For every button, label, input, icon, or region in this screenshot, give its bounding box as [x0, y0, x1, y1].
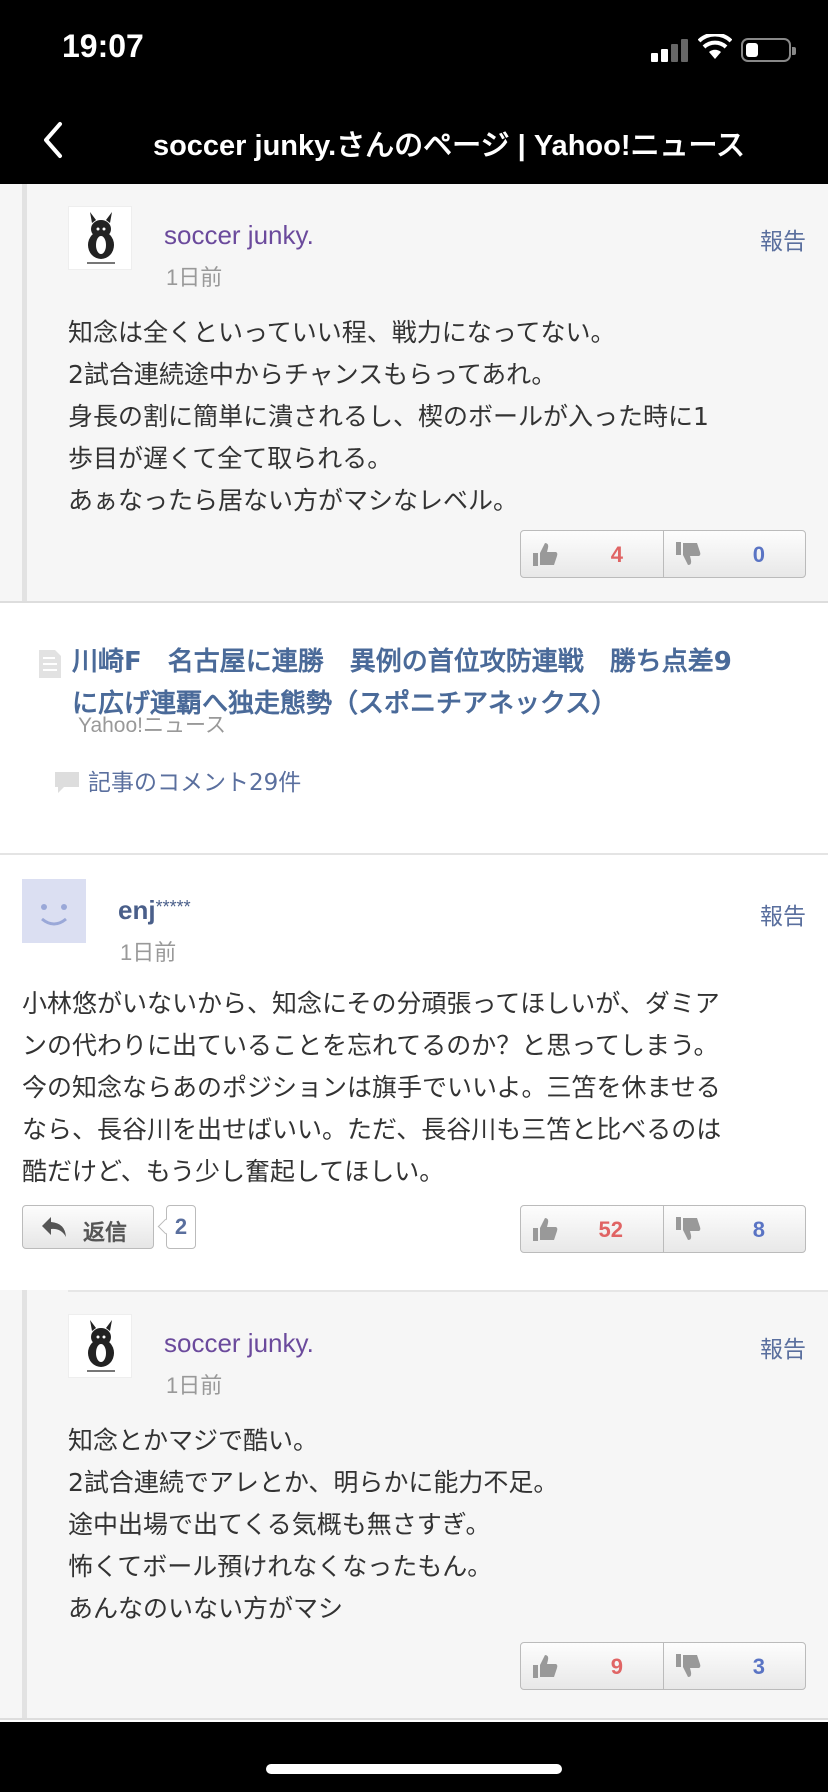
article-card: 川崎F 名古屋に連勝 異例の首位攻防連戦 勝ち点差9 に広げ連覇へ独走態勢（スポ…: [0, 603, 828, 855]
comment-line: 今の知念ならあのポジションは旗手でいいよ。三笘を休ませる: [22, 1073, 721, 1102]
page-content: soccer junky. 1日前 報告 知念は全くといっていい程、戦力になって…: [0, 184, 828, 1722]
timestamp: 1日前: [120, 940, 177, 965]
cellular-signal-icon: [651, 38, 691, 62]
timestamp: 1日前: [166, 265, 223, 290]
like-count: 9: [610, 1654, 623, 1679]
thread-indent-bar: [22, 1290, 27, 1718]
comment-line: あんなのいない方がマシ: [68, 1594, 344, 1623]
comment-line: 2試合連続でアレとか、明らかに能力不足。: [68, 1468, 559, 1497]
comment-line: なら、長谷川を出せばいい。ただ、長谷川も三笘と比べるのは: [22, 1115, 722, 1144]
reply-label: 返信: [83, 1221, 128, 1246]
like-count: 52: [598, 1217, 623, 1242]
like-button[interactable]: 52: [521, 1206, 663, 1252]
reply-count-badge[interactable]: 2: [166, 1205, 196, 1249]
comment-bubble-icon: [55, 772, 79, 793]
wifi-icon: [698, 34, 732, 59]
report-link[interactable]: 報告: [760, 897, 806, 931]
back-chevron-icon[interactable]: [36, 118, 72, 162]
report-link[interactable]: 報告: [760, 222, 806, 256]
like-button[interactable]: 4: [521, 531, 663, 577]
username[interactable]: enj*****: [118, 895, 191, 926]
comment-line: ンの代わりに出ていることを忘れてるのか？と思ってしまう。: [22, 1031, 719, 1060]
report-link[interactable]: 報告: [760, 1330, 806, 1364]
comment-body: 小林悠がいないから、知念にその分頑張ってほしいが、ダミア ンの代わりに出ているこ…: [22, 983, 721, 1193]
comment-line: 酷だけど、もう少し奮起してほしい。: [22, 1157, 445, 1186]
reply-comment: soccer junky. 1日前 報告 知念は全くといっていい程、戦力になって…: [0, 184, 828, 603]
dog-avatar-icon: [87, 1320, 115, 1372]
username[interactable]: soccer junky.: [164, 220, 314, 251]
reply-button[interactable]: 返信: [22, 1205, 154, 1249]
timestamp: 1日前: [166, 1373, 223, 1398]
dog-avatar-icon: [87, 212, 115, 264]
thumbs-down-icon: [676, 542, 701, 565]
thread-indent-bar: [22, 184, 27, 601]
dislike-button[interactable]: 8: [663, 1206, 805, 1252]
home-indicator-area: [0, 1722, 828, 1792]
home-indicator[interactable]: [266, 1764, 562, 1774]
avatar[interactable]: [68, 1314, 132, 1378]
username[interactable]: soccer junky.: [164, 1328, 314, 1359]
navigation-bar: soccer junky.さんのページ | Yahoo!ニュース: [0, 96, 828, 184]
thumbs-down-icon: [676, 1217, 701, 1240]
reply-arrow-icon: [42, 1217, 66, 1237]
dislike-count: 0: [752, 542, 765, 567]
comment-line: 知念とかマジで酷い。: [68, 1426, 319, 1455]
comment-body: 知念は全くといっていい程、戦力になってない。 2試合連続途中からチャンスもらって…: [68, 312, 709, 522]
username-mask: *****: [155, 897, 191, 917]
thumbs-up-icon: [533, 1218, 558, 1241]
vote-buttons: 4 0: [520, 530, 806, 578]
thumbs-up-icon: [533, 1655, 558, 1678]
document-icon: [39, 650, 61, 678]
dislike-button[interactable]: 0: [663, 531, 805, 577]
dislike-count: 3: [752, 1654, 765, 1679]
username-text: enj: [118, 895, 156, 925]
comment-line: 知念は全くといっていい程、戦力になってない。: [68, 318, 616, 347]
divider: [68, 1290, 828, 1292]
status-time: 19:07: [62, 28, 144, 64]
like-count: 4: [610, 542, 623, 567]
avatar[interactable]: [68, 206, 132, 270]
page-title: soccer junky.さんのページ | Yahoo!ニュース: [152, 130, 746, 162]
comment-line: 歩目が遅くて全て取られる。: [68, 444, 393, 473]
comment-line: 2試合連続途中からチャンスもらってあれ。: [68, 360, 557, 389]
thumbs-down-icon: [676, 1654, 701, 1677]
vote-buttons: 52 8: [520, 1205, 806, 1253]
dislike-count: 8: [752, 1217, 765, 1242]
comment-line: あぁなったら居ない方がマシなレベル。: [68, 486, 519, 515]
comment-line: 小林悠がいないから、知念にその分頑張ってほしいが、ダミア: [22, 989, 720, 1018]
avatar[interactable]: [22, 879, 86, 943]
like-button[interactable]: 9: [521, 1643, 663, 1689]
battery-icon: [741, 38, 796, 62]
comment-body: 知念とかマジで酷い。 2試合連続でアレとか、明らかに能力不足。 途中出場で出てく…: [68, 1420, 558, 1630]
article-title-line: 川崎F 名古屋に連勝 異例の首位攻防連戦 勝ち点差9: [72, 647, 732, 677]
comment-line: 身長の割に簡単に潰されるし、楔のボールが入った時に1: [68, 402, 709, 431]
comment-line: 途中出場で出てくる気概も無さすぎ。: [68, 1510, 491, 1539]
article-source: Yahoo!ニュース: [78, 714, 226, 737]
thumbs-up-icon: [533, 543, 558, 566]
article-comments-link[interactable]: 記事のコメント29件: [88, 763, 301, 797]
comment-line: 怖くてボール預けれなくなったもん。: [68, 1552, 493, 1581]
status-bar: 19:07: [0, 0, 828, 96]
reply-comment: soccer junky. 1日前 報告 知念とかマジで酷い。 2試合連続でアレ…: [0, 1290, 828, 1720]
vote-buttons: 9 3: [520, 1642, 806, 1690]
smiley-avatar-icon: [41, 904, 67, 926]
dislike-button[interactable]: 3: [663, 1643, 805, 1689]
